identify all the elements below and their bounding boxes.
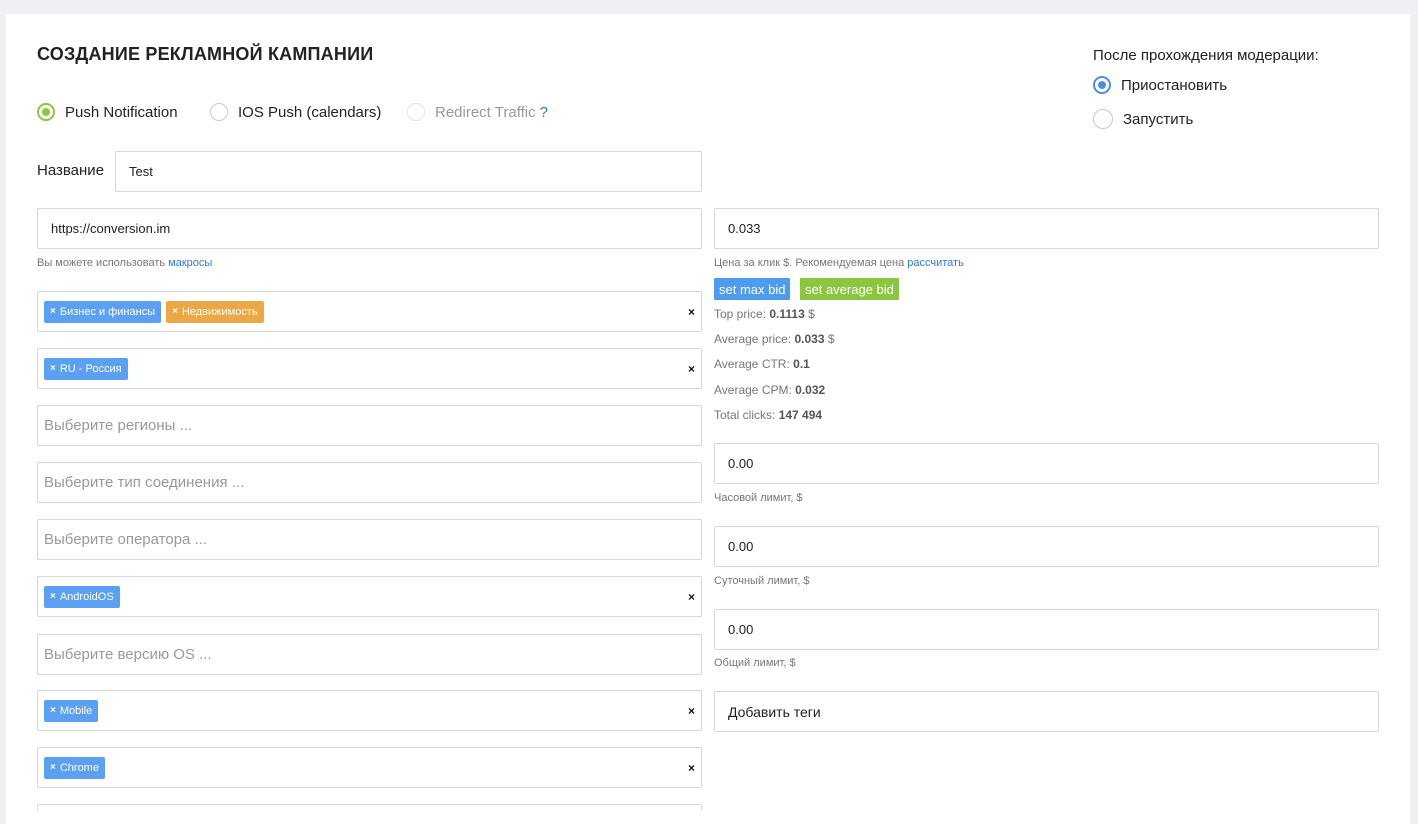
os-version-select[interactable]: Выберите версию OS ...: [37, 634, 702, 675]
daily-limit-input[interactable]: 0.00: [714, 526, 1379, 567]
stat-average-price: Average price: 0.033 $: [714, 332, 835, 346]
tag-category[interactable]: × Недвижимость: [166, 300, 264, 323]
stat-average-cpm: Average CPM: 0.032: [714, 383, 826, 397]
radio-label: Приостановить: [1121, 76, 1228, 94]
radio-checked-icon: [37, 103, 55, 121]
page-title: СОЗДАНИЕ РЕКЛАМНОЙ КАМПАНИИ: [37, 44, 374, 64]
tag-device[interactable]: × Mobile: [44, 699, 99, 722]
tag-remove-icon[interactable]: ×: [50, 306, 56, 317]
radio-redirect-traffic: Redirect Traffic ?: [407, 103, 548, 121]
categories-select[interactable]: × Бизнес и финансы × Недвижимость ×: [37, 291, 702, 332]
help-link[interactable]: ?: [540, 104, 548, 121]
stat-top-price: Top price: 0.1113 $: [714, 307, 815, 321]
radio-launch[interactable]: Запустить: [1093, 109, 1193, 129]
tags-input[interactable]: Добавить теги: [714, 691, 1379, 732]
name-label: Название: [37, 162, 105, 179]
tag-country[interactable]: × RU - Россия: [44, 357, 128, 380]
clear-icon[interactable]: ×: [688, 704, 695, 718]
os-select[interactable]: × AndroidOS ×: [37, 576, 702, 617]
stat-average-ctr: Average CTR: 0.1: [714, 357, 810, 371]
clear-icon[interactable]: ×: [688, 362, 695, 376]
daily-limit-label: Суточный лимит, $: [714, 575, 810, 587]
tag-remove-icon[interactable]: ×: [50, 705, 56, 716]
tag-browser[interactable]: × Chrome: [44, 756, 105, 779]
regions-select[interactable]: Выберите регионы ...: [37, 405, 702, 446]
connection-type-select[interactable]: Выберите тип соединения ...: [37, 462, 702, 503]
tag-category[interactable]: × Бизнес и финансы: [44, 300, 162, 323]
total-limit-input[interactable]: 0.00: [714, 609, 1379, 650]
tag-remove-icon[interactable]: ×: [172, 306, 178, 317]
radio-label: Push Notification: [65, 103, 178, 121]
total-limit-label: Общий лимит, $: [714, 657, 796, 669]
device-select[interactable]: × Mobile ×: [37, 690, 702, 731]
clear-icon[interactable]: ×: [688, 761, 695, 775]
stat-total-clicks: Total clicks: 147 494: [714, 408, 823, 422]
tag-remove-icon[interactable]: ×: [50, 762, 56, 773]
moderation-label: После прохождения модерации:: [1093, 47, 1319, 64]
calculate-link[interactable]: рассчитать: [907, 257, 964, 269]
next-select-partial[interactable]: [37, 804, 702, 811]
name-input[interactable]: Test: [115, 151, 702, 192]
radio-push-notification[interactable]: Push Notification: [37, 103, 178, 121]
radio-unchecked-icon: [1093, 109, 1113, 129]
radio-ios-push[interactable]: IOS Push (calendars): [210, 103, 381, 121]
radio-label: IOS Push (calendars): [238, 103, 382, 121]
hourly-limit-label: Часовой лимит, $: [714, 492, 803, 504]
radio-disabled-icon: [407, 103, 425, 121]
url-input[interactable]: https://conversion.im: [37, 208, 702, 249]
clear-icon[interactable]: ×: [688, 305, 695, 319]
price-input[interactable]: 0.033: [714, 208, 1379, 249]
radio-pause[interactable]: Приостановить: [1093, 76, 1227, 94]
set-max-bid-button[interactable]: set max bid: [714, 278, 791, 300]
url-hint: Вы можете использовать макросы: [37, 257, 213, 269]
radio-unchecked-icon: [210, 103, 228, 121]
tag-remove-icon[interactable]: ×: [50, 363, 56, 374]
operator-select[interactable]: Выберите оператора ...: [37, 519, 702, 560]
tag-os[interactable]: × AndroidOS: [44, 585, 120, 608]
browser-select[interactable]: × Chrome ×: [37, 747, 702, 788]
set-average-bid-button[interactable]: set average bid: [800, 278, 899, 300]
macros-link[interactable]: макросы: [168, 257, 212, 269]
radio-label: Redirect Traffic: [435, 103, 536, 121]
clear-icon[interactable]: ×: [688, 590, 695, 604]
price-hint: Цена за клик $. Рекомендуемая цена рассч…: [714, 257, 964, 269]
radio-checked-icon: [1093, 76, 1111, 94]
tag-remove-icon[interactable]: ×: [50, 591, 56, 602]
hourly-limit-input[interactable]: 0.00: [714, 443, 1379, 484]
countries-select[interactable]: × RU - Россия ×: [37, 348, 702, 389]
radio-label: Запустить: [1123, 110, 1194, 128]
